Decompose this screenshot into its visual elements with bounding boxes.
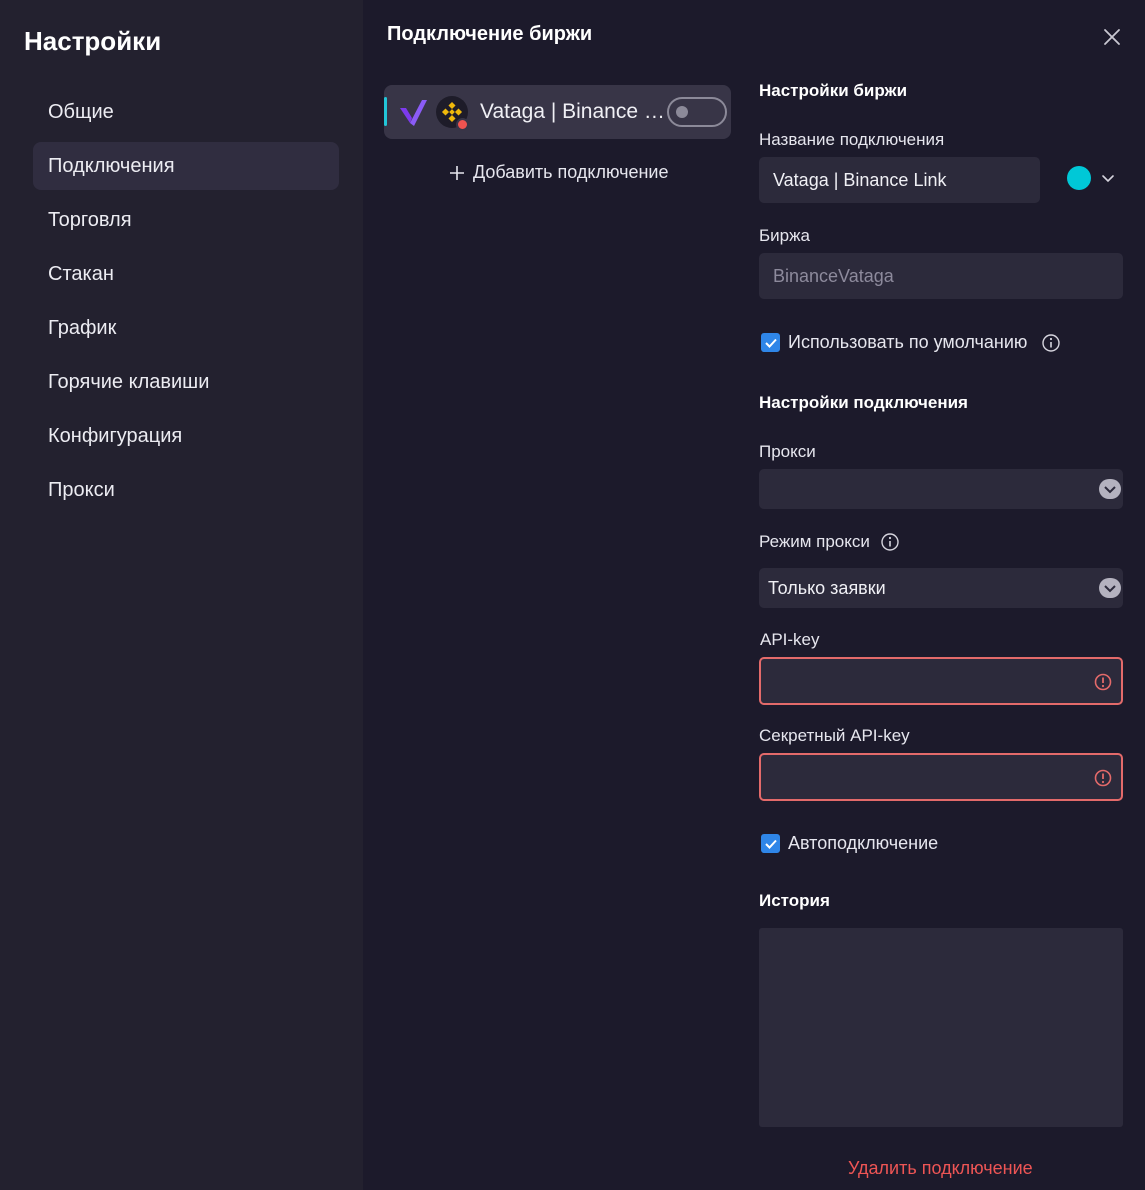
history-heading: История [759, 891, 830, 910]
connection-list-item[interactable]: Vataga | Binance L... [384, 85, 731, 139]
api-key-label: API-key [760, 630, 820, 649]
add-connection-label: Добавить подключение [473, 162, 669, 182]
connection-color-swatch[interactable] [1067, 166, 1091, 190]
exchange-input: BinanceVataga [759, 253, 1123, 299]
exchange-label: Биржа [759, 226, 810, 245]
proxy-label: Прокси [759, 442, 816, 461]
main-panel: Подключение биржи Vataga | Binance L... … [363, 0, 1145, 1190]
autoconnect-row: Автоподключение [761, 833, 938, 854]
error-icon [1094, 769, 1112, 787]
delete-connection-button[interactable]: Удалить подключение [848, 1158, 1033, 1179]
use-default-checkbox[interactable] [761, 333, 780, 352]
toggle-knob [676, 106, 688, 118]
vataga-logo-icon [398, 96, 428, 128]
autoconnect-label: Автоподключение [788, 833, 939, 853]
use-default-row: Использовать по умолчанию [761, 332, 1061, 353]
connection-status-dot [456, 118, 469, 131]
connection-name: Vataga | Binance L... [480, 100, 668, 123]
api-key-input[interactable] [759, 657, 1123, 705]
proxy-mode-label-row: Режим прокси [759, 532, 900, 552]
connection-name-label: Название подключения [759, 130, 945, 149]
secret-key-input[interactable] [759, 753, 1123, 801]
exchange-settings-heading: Настройки биржи [759, 81, 908, 100]
sidebar-item-general[interactable]: Общие [33, 88, 339, 136]
sidebar-menu: Общие Подключения Торговля Стакан График… [33, 88, 339, 520]
proxy-mode-label: Режим прокси [759, 532, 870, 551]
secret-key-label: Секретный API-key [759, 726, 910, 745]
sidebar-item-proxy[interactable]: Прокси [33, 466, 339, 514]
info-icon[interactable] [880, 532, 900, 552]
autoconnect-checkbox[interactable] [761, 834, 780, 853]
sidebar-title: Настройки [24, 26, 162, 56]
connection-settings-heading: Настройки подключения [759, 393, 968, 412]
info-icon[interactable] [1041, 333, 1061, 353]
sidebar-item-orderbook[interactable]: Стакан [33, 250, 339, 298]
error-icon [1094, 673, 1112, 691]
history-log[interactable] [759, 928, 1123, 1127]
sidebar-item-hotkeys[interactable]: Горячие клавиши [33, 358, 339, 406]
sidebar-item-chart[interactable]: График [33, 304, 339, 352]
plus-icon [450, 165, 464, 180]
settings-window: Настройки Общие Подключения Торговля Ста… [0, 0, 1145, 1190]
chevron-down-icon[interactable] [1100, 170, 1116, 186]
sidebar-item-configuration[interactable]: Конфигурация [33, 412, 339, 460]
use-default-label: Использовать по умолчанию [788, 332, 1028, 352]
proxy-select[interactable] [759, 469, 1123, 509]
sidebar-item-trading[interactable]: Торговля [33, 196, 339, 244]
add-connection-button[interactable]: Добавить подключение [449, 162, 669, 183]
proxy-mode-value: Только заявки [768, 577, 886, 598]
connection-name-input[interactable]: Vataga | Binance Link [759, 157, 1040, 203]
chevron-down-icon [1099, 479, 1121, 499]
chevron-down-icon [1099, 578, 1121, 598]
connection-selected-indicator [384, 97, 387, 126]
proxy-mode-select[interactable]: Только заявки [759, 568, 1123, 608]
sidebar: Настройки Общие Подключения Торговля Ста… [0, 0, 363, 1190]
page-title: Подключение биржи [387, 23, 593, 45]
close-icon[interactable] [1101, 26, 1123, 48]
sidebar-item-connections[interactable]: Подключения [33, 142, 339, 190]
connection-toggle[interactable] [667, 97, 727, 127]
